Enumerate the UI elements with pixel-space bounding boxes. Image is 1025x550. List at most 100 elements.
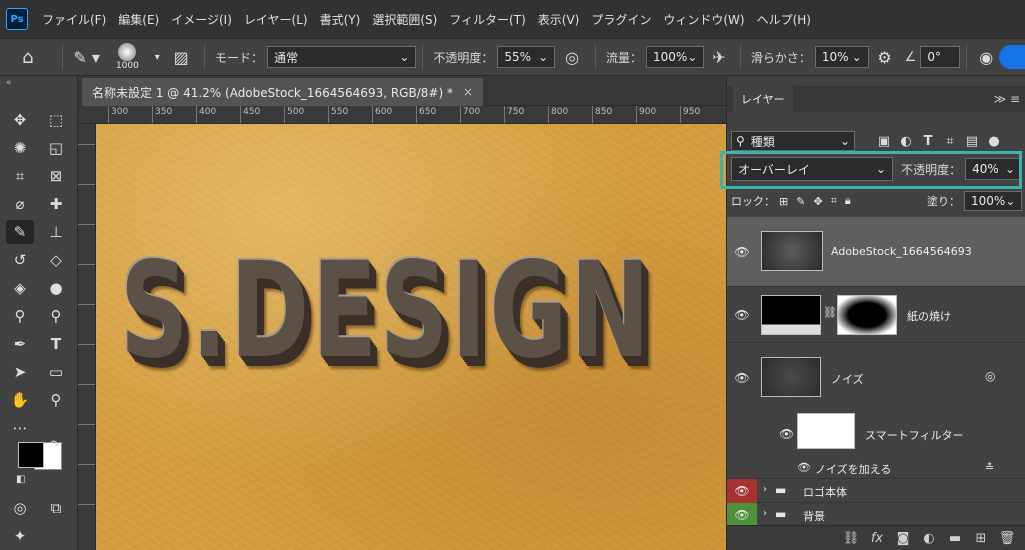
history-brush-tool-icon[interactable]: ↺ [6,248,34,272]
share-button[interactable] [999,45,1025,69]
eraser-tool-icon[interactable]: ◇ [42,248,70,272]
eyedropper-tool-icon[interactable]: ⌀ [6,192,34,216]
adjustment-layer-icon[interactable]: ◐ [916,531,942,546]
shape-filter-icon[interactable]: ⌗ [939,131,961,151]
brush-settings-icon[interactable]: ▨ [164,48,198,67]
opacity-field[interactable]: 55% ⌄ [497,46,556,68]
layers-tab[interactable]: レイヤー [733,86,793,112]
quick-select-tool-icon[interactable]: ✺ [6,136,34,160]
link-layers-icon[interactable]: ⛓ [838,531,864,546]
marquee-tool-icon[interactable]: ⬚ [42,108,70,132]
chevron-down-icon[interactable]: ▾ [150,52,164,63]
eye-icon[interactable]: 👁︎ [727,503,757,527]
stamp-tool-icon[interactable]: ⊥ [42,220,70,244]
crop-tool-icon[interactable]: ⌗ [6,164,34,188]
hand-tool-icon[interactable]: ✋ [6,388,34,412]
chevron-right-icon[interactable]: › [763,508,767,519]
trash-icon[interactable]: 🗑︎ [994,531,1020,546]
eye-icon[interactable]: 👁︎ [727,343,757,413]
menu-image[interactable]: イメージ(I) [165,11,238,28]
blur-tool-icon[interactable]: ● [42,276,70,300]
more-tools-icon[interactable]: ⋯ [6,416,34,440]
fill-field[interactable]: 100% ⌄ [964,191,1022,211]
default-colors-icon[interactable]: ◧ [16,474,25,485]
brush-size-picker[interactable]: 1000 [105,43,151,71]
flow-field[interactable]: 100% ⌄ [646,46,705,68]
healing-brush-tool-icon[interactable]: ✚ [42,192,70,216]
panel-menu-icon[interactable]: ≫ ≡ [994,92,1020,106]
menu-edit[interactable]: 編集(E) [112,11,165,28]
add-mask-icon[interactable]: ◙ [890,531,916,546]
move-tool-icon[interactable]: ✥ [6,108,34,132]
menu-window[interactable]: ウィンドウ(W) [657,11,750,28]
zoom-tool-icon[interactable]: ⚲ [42,388,70,412]
angle-field[interactable]: 0° [920,46,961,68]
dodge-tool-icon[interactable]: ⚲ [6,304,34,328]
menu-file[interactable]: ファイル(F) [36,11,112,28]
layer-kind-filter[interactable]: ⚲ 種類 ⌄ [731,131,855,151]
group-row[interactable]: 👁︎ › ▬ ロゴ本体 [727,479,1025,503]
type-filter-icon[interactable]: T [917,131,939,151]
lock-image-icon[interactable]: ✎ [796,195,805,208]
screen-mode-icon[interactable]: ⧉ [42,496,70,520]
filter-row[interactable]: 👁︎ ノイズを加える ≛ [727,457,1025,479]
mode-select[interactable]: 通常 ⌄ [267,46,417,68]
layer-row[interactable]: 👁︎ AdobeStock_1664564693 [727,217,1025,287]
collapse-icon[interactable]: « [6,78,12,88]
menu-type[interactable]: 書式(Y) [314,11,367,28]
object-select-tool-icon[interactable]: ◱ [42,136,70,160]
menu-layer[interactable]: レイヤー(L) [238,11,314,28]
document-tab[interactable]: 名称未設定 1 @ 41.2% (AdobeStock_1664564693, … [82,78,484,106]
document-canvas[interactable]: S.DESIGN [96,124,726,550]
pen-tool-icon[interactable]: ✒ [6,332,34,356]
foreground-color-swatch[interactable] [18,442,44,468]
quick-mask-icon[interactable]: ◎ [6,496,34,520]
rectangle-tool-icon[interactable]: ▭ [42,360,70,384]
brush-preset-icon[interactable]: ✎ ▾ [69,48,105,67]
menu-filter[interactable]: フィルター(T) [443,11,531,28]
brush-tool-icon[interactable]: ✎ [6,220,34,244]
smart-filter-row[interactable]: 👁︎ スマートフィルター [727,413,1025,457]
new-group-icon[interactable]: ▬ [942,531,968,546]
menu-view[interactable]: 表示(V) [532,11,586,28]
lock-all-icon[interactable]: 🔒︎ [845,194,851,208]
blend-mode-select[interactable]: オーバーレイ ⌄ [731,157,894,181]
layer-row[interactable]: 👁︎ ノイズ ◎ [727,343,1025,413]
generative-icon[interactable]: ✦ [6,524,34,548]
menu-help[interactable]: ヘルプ(H) [751,11,817,28]
smoothing-field[interactable]: 10% ⌄ [814,46,869,68]
filter-toggle-icon[interactable]: ● [983,131,1005,151]
fx-icon[interactable]: fx [864,531,890,546]
home-icon[interactable]: ⌂ [0,47,56,68]
adjustment-filter-icon[interactable]: ◐ [895,131,917,151]
lock-artboard-icon[interactable]: ⌗ [831,194,837,208]
airbrush-icon[interactable]: ✈ [704,48,734,67]
swap-colors-icon[interactable]: ↷ [50,438,59,451]
eye-icon[interactable]: 👁︎ [797,461,811,474]
eye-icon[interactable]: 👁︎ [779,427,794,441]
eye-icon[interactable]: 👁︎ [727,287,757,342]
gear-icon[interactable]: ⚙ [869,48,901,67]
smart-object-filter-icon[interactable]: ▤ [961,131,983,151]
paint-bucket-tool-icon[interactable]: ◈ [6,276,34,300]
chevron-right-icon[interactable]: › [763,484,767,495]
filter-options-icon[interactable]: ≛ [985,461,994,474]
pixel-filter-icon[interactable]: ▣ [873,131,895,151]
frame-tool-icon[interactable]: ⊠ [42,164,70,188]
new-layer-icon[interactable]: ⊞ [968,531,994,546]
close-icon[interactable]: × [463,85,473,99]
group-row[interactable]: 👁︎ › ▬ 背景 [727,503,1025,527]
pressure-size-icon[interactable]: ◉ [973,48,999,67]
type-tool-icon[interactable]: T [42,332,70,356]
lock-transparent-icon[interactable]: ⊞ [779,195,788,208]
menu-select[interactable]: 選択範囲(S) [366,11,443,28]
layer-row[interactable]: 👁︎ ⛓ 紙の焼け [727,287,1025,343]
pressure-opacity-icon[interactable]: ◎ [555,48,589,67]
path-select-tool-icon[interactable]: ➤ [6,360,34,384]
lock-position-icon[interactable]: ✥ [813,195,822,208]
eye-icon[interactable]: 👁︎ [727,217,757,286]
layer-opacity-field[interactable]: 40% ⌄ [965,158,1022,180]
zoom-brush-icon[interactable]: ⚲ [42,304,70,328]
eye-icon[interactable]: 👁︎ [727,479,757,503]
menu-plugins[interactable]: プラグイン [585,11,657,28]
